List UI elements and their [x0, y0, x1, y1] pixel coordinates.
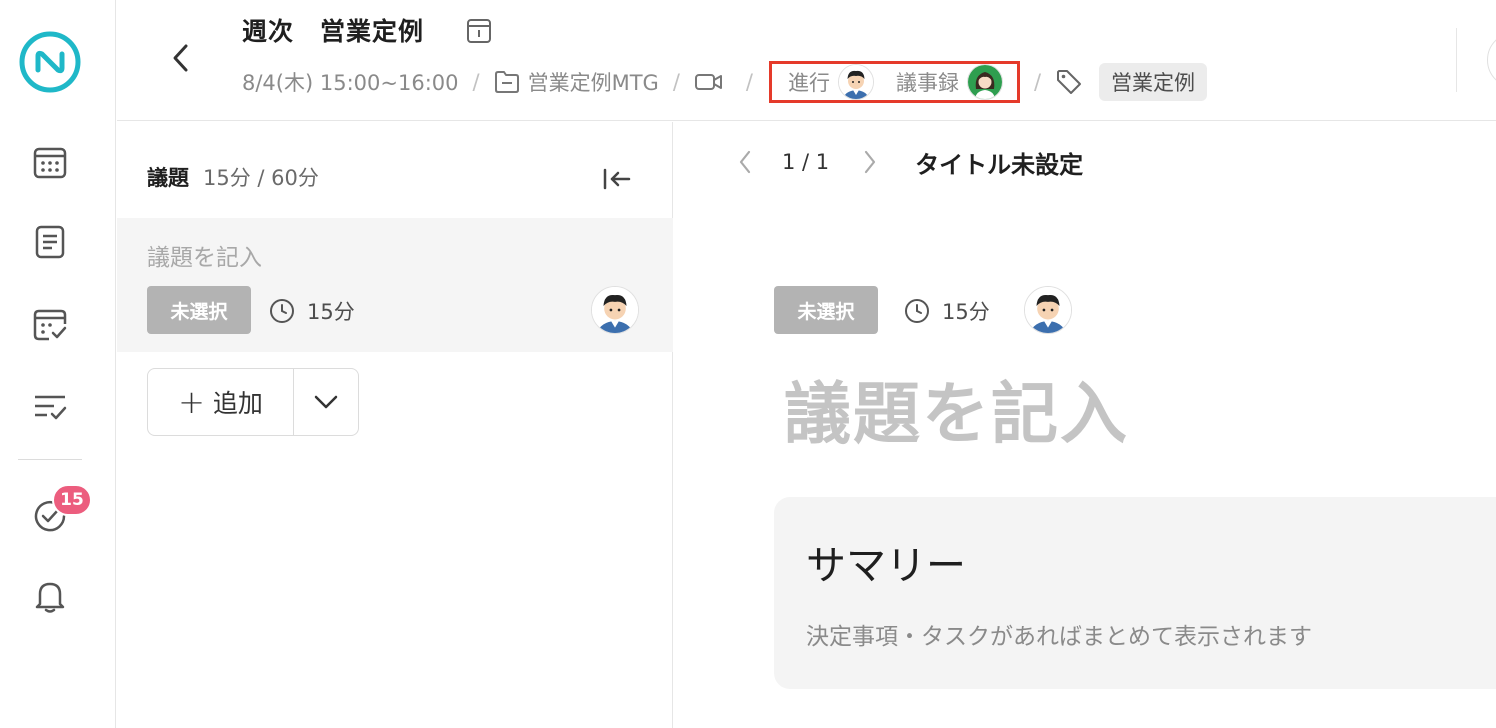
page-indicator: 1 / 1	[782, 150, 830, 174]
calendar-icon[interactable]	[30, 142, 70, 182]
facilitator-avatar[interactable]	[837, 64, 874, 100]
bell-icon[interactable]	[30, 576, 70, 616]
agenda-item-duration[interactable]: 15分	[269, 296, 355, 326]
user-avatar[interactable]	[1487, 32, 1496, 88]
agenda-label: 議題	[147, 166, 189, 190]
roles-highlight: 進行 議事録	[768, 61, 1020, 103]
assignee-avatar[interactable]	[1024, 286, 1072, 334]
rail-divider	[18, 459, 82, 460]
task-count-badge: 15	[52, 484, 92, 516]
summary-title: サマリー	[806, 543, 966, 589]
agenda-list-item[interactable]: 議題を記入 未選択 15分	[117, 218, 673, 352]
meeting-datetime: 8/4(木) 15:00~16:00	[242, 71, 459, 95]
add-agenda-button[interactable]: + 追加	[148, 369, 294, 435]
meeting-header: 週次 営業定例 8/4(木) 15:00~16:00 / 営業定例MTG / /…	[117, 0, 1496, 121]
tag-icon[interactable]	[1055, 68, 1083, 96]
folder-icon	[494, 70, 520, 94]
tag-chip[interactable]: 営業定例	[1099, 63, 1208, 101]
minutes-taker-avatar[interactable]	[966, 64, 1003, 100]
status-chip[interactable]: 未選択	[147, 286, 251, 334]
duration-text: 15分	[942, 300, 990, 324]
clock-icon	[904, 298, 930, 324]
add-label: 追加	[212, 389, 263, 418]
meeting-meta: 8/4(木) 15:00~16:00 / 営業定例MTG / / 進行 議事録 …	[242, 61, 1208, 103]
add-options-dropdown[interactable]	[294, 369, 358, 435]
summary-card: サマリー 決定事項・タスクがあればまとめて表示されます	[774, 497, 1496, 689]
agenda-pager: 1 / 1 タイトル未設定	[732, 142, 1083, 182]
separator: /	[745, 70, 753, 94]
collapse-panel-button[interactable]	[597, 162, 637, 196]
chevron-down-icon	[313, 394, 339, 410]
duration-text: 15分	[307, 300, 355, 324]
agenda-title-input[interactable]: 議題を記入	[784, 360, 1129, 457]
video-icon[interactable]	[694, 71, 724, 93]
calendar-check-icon[interactable]	[30, 304, 70, 344]
meeting-title: 週次 営業定例	[242, 17, 425, 46]
agenda-item-placeholder: 議題を記入	[147, 245, 262, 271]
document-title: タイトル未設定	[915, 150, 1084, 179]
clock-icon	[269, 298, 295, 324]
add-agenda-group: + 追加	[147, 368, 359, 436]
status-chip[interactable]: 未選択	[774, 286, 878, 334]
calendar-detail-icon[interactable]	[464, 16, 494, 46]
agenda-detail: 1 / 1 タイトル未設定 未選択 15分 議題を記入 サマリー 決定事項・タス…	[674, 122, 1496, 728]
plus-icon: +	[178, 383, 205, 421]
header-actions	[1456, 28, 1496, 92]
separator: /	[472, 70, 480, 94]
agenda-panel: 議題 15分 / 60分 議題を記入 未選択 15分 + 追加	[117, 122, 673, 728]
list-check-icon[interactable]	[30, 386, 70, 426]
separator: /	[1033, 70, 1042, 94]
minutes-label: 議事録	[895, 71, 959, 95]
prev-page-button[interactable]	[732, 150, 758, 174]
assignee-avatar[interactable]	[591, 286, 639, 334]
meeting-folder[interactable]: 営業定例MTG	[528, 67, 659, 97]
document-icon[interactable]	[30, 222, 70, 262]
logo-icon[interactable]	[18, 30, 82, 94]
back-button[interactable]	[161, 38, 201, 78]
agenda-time-summary: 15分 / 60分	[203, 166, 319, 190]
summary-description: 決定事項・タスクがあればまとめて表示されます	[806, 624, 1312, 650]
facilitator-label: 進行	[787, 71, 830, 95]
left-rail: 15	[0, 0, 116, 728]
next-page-button[interactable]	[857, 150, 883, 174]
separator: /	[672, 70, 680, 94]
agenda-duration[interactable]: 15分	[904, 296, 990, 326]
agenda-header: 議題 15分 / 60分	[147, 162, 319, 192]
